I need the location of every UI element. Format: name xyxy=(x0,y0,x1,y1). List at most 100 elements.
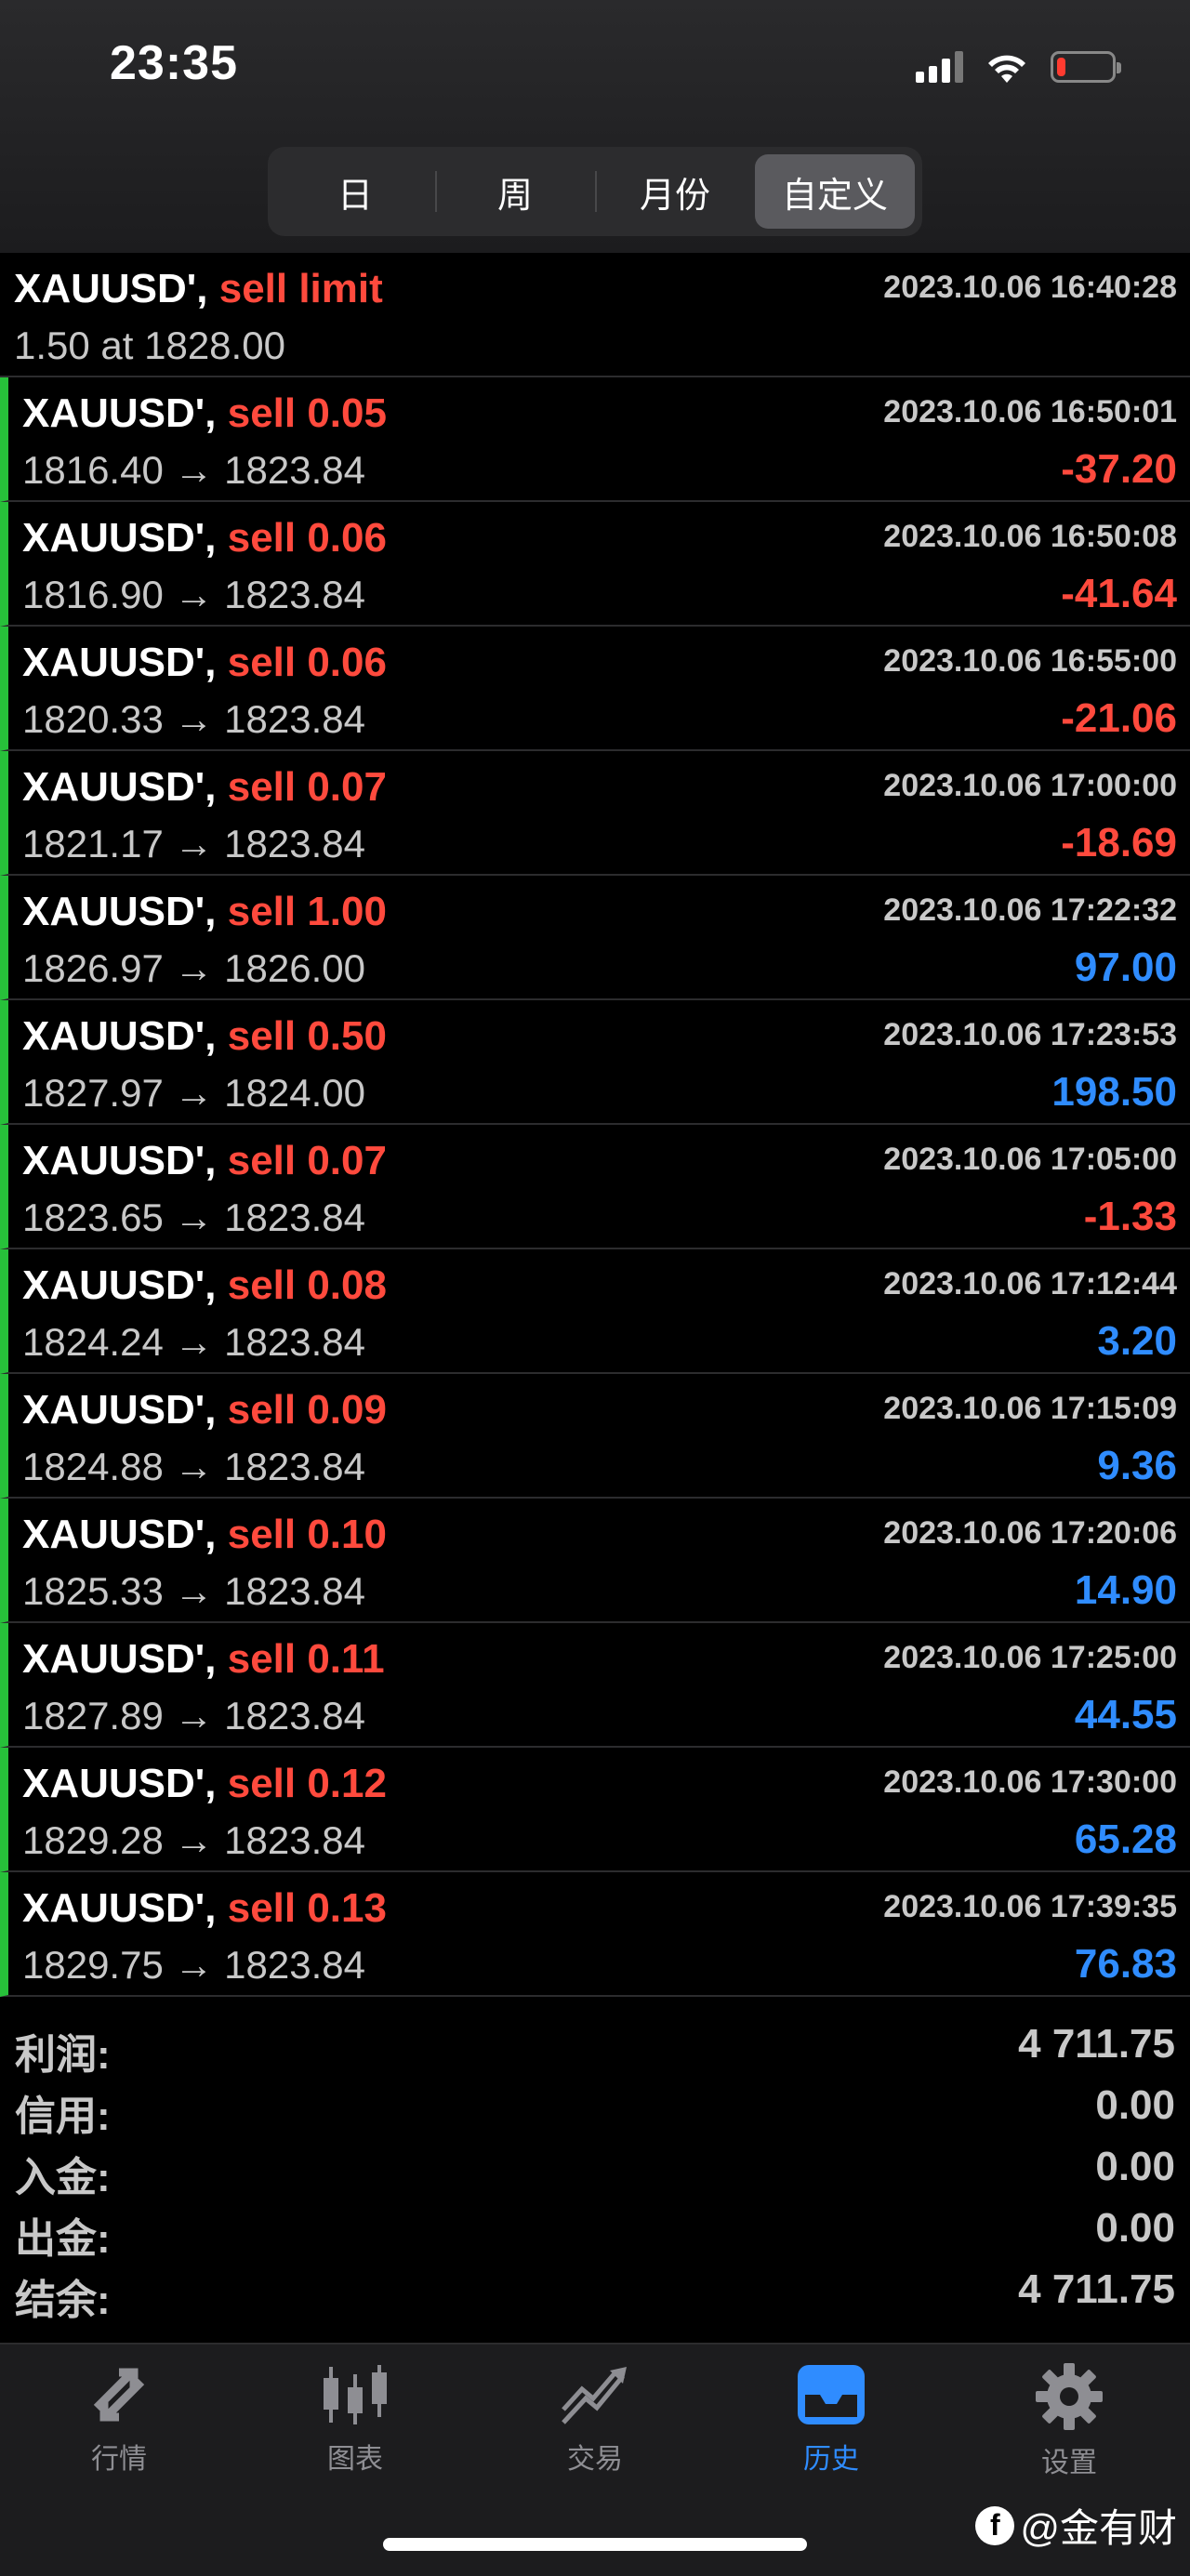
symbol-text: XAUUSD', xyxy=(22,1761,217,1806)
deal-time: 2023.10.06 16:50:08 xyxy=(883,519,1177,554)
summary-label: 信用: xyxy=(15,2094,111,2139)
account-summary: 利润: 4 711.75 信用: 0.00 入金: 0.00 出金: 0.00 … xyxy=(0,2014,1190,2323)
deal-time: 2023.10.06 17:15:09 xyxy=(883,1391,1177,1426)
deal-action: sell limit xyxy=(218,266,383,311)
symbol-text: XAUUSD', xyxy=(22,1138,217,1183)
symbol-text: XAUUSD', xyxy=(22,390,217,436)
deal-symbol: XAUUSD', sell 0.13 xyxy=(22,1885,387,1932)
watermark-logo-icon: f xyxy=(975,2505,1015,2545)
tab-chart[interactable]: 图表 xyxy=(271,2361,439,2477)
tab-label: 设置 xyxy=(1041,2448,1097,2478)
summary-withdrawal: 出金: 0.00 xyxy=(0,2198,1190,2262)
symbol-text: XAUUSD', xyxy=(22,1262,217,1308)
period-custom[interactable]: 自定义 xyxy=(755,154,915,229)
deal-prices: 1816.40 → 1823.84 xyxy=(22,448,365,492)
tab-label: 图表 xyxy=(327,2444,383,2475)
deal-row[interactable]: XAUUSD', sell 0.13 1829.75 → 1823.84 2023.… xyxy=(0,1872,1190,1997)
summary-label: 入金: xyxy=(15,2155,111,2200)
deal-prices: 1827.89 → 1823.84 xyxy=(22,1694,365,1737)
deal-symbol: XAUUSD', sell limit xyxy=(14,266,383,312)
symbol-text: XAUUSD', xyxy=(22,764,217,810)
deal-action: sell 0.13 xyxy=(227,1885,387,1931)
quotes-icon xyxy=(93,2368,145,2422)
deal-action: sell 0.07 xyxy=(227,1138,387,1183)
deal-action: sell 0.05 xyxy=(227,390,387,436)
deal-time: 2023.10.06 17:00:00 xyxy=(883,768,1177,803)
deal-symbol: XAUUSD', sell 0.07 xyxy=(22,1138,387,1184)
deal-time: 2023.10.06 17:39:35 xyxy=(883,1889,1177,1924)
deal-profit: -37.20 xyxy=(1061,446,1177,492)
tab-label: 交易 xyxy=(567,2444,623,2475)
deal-action: sell 0.08 xyxy=(227,1262,387,1308)
deal-row[interactable]: XAUUSD', sell 0.11 1827.89 → 1823.84 2023.… xyxy=(0,1623,1190,1748)
deal-profit: -21.06 xyxy=(1061,695,1177,741)
deal-row[interactable]: XAUUSD', sell 0.06 1816.90 → 1823.84 2023.… xyxy=(0,502,1190,627)
home-indicator[interactable] xyxy=(383,2538,807,2551)
deal-prices: 1821.17 → 1823.84 xyxy=(22,822,365,865)
deal-action: sell 0.06 xyxy=(227,515,387,561)
tab-quotes[interactable]: 行情 xyxy=(35,2361,203,2477)
deal-profit: 76.83 xyxy=(1074,1941,1177,1987)
deal-profit: 3.20 xyxy=(1097,1318,1177,1364)
deal-row[interactable]: XAUUSD', sell 0.07 1823.65 → 1823.84 2023.… xyxy=(0,1125,1190,1249)
top-header: 23:35 日 周 月份 自定义 xyxy=(0,0,1190,253)
tab-trade[interactable]: 交易 xyxy=(511,2361,679,2477)
deal-row[interactable]: XAUUSD', sell 0.10 1825.33 → 1823.84 2023.… xyxy=(0,1499,1190,1623)
watermark-text: @金有财 xyxy=(1020,2506,1177,2550)
symbol-text: XAUUSD', xyxy=(22,1013,217,1059)
deal-profit: 44.55 xyxy=(1074,1692,1177,1737)
status-time: 23:35 xyxy=(110,36,238,90)
wifi-icon xyxy=(988,55,1025,83)
deal-time: 2023.10.06 17:22:32 xyxy=(883,892,1177,928)
deal-time: 2023.10.06 16:40:28 xyxy=(883,270,1177,305)
symbol-text: XAUUSD', xyxy=(22,889,217,934)
summary-value: 4 711.75 xyxy=(1018,2021,1175,2067)
deal-profit: 65.28 xyxy=(1074,1816,1177,1862)
deal-action: sell 0.50 xyxy=(227,1013,387,1059)
deal-time: 2023.10.06 17:20:06 xyxy=(883,1515,1177,1551)
deal-symbol: XAUUSD', sell 0.08 xyxy=(22,1262,387,1309)
deal-symbol: XAUUSD', sell 0.11 xyxy=(22,1636,385,1683)
deal-prices: 1823.65 → 1823.84 xyxy=(22,1196,365,1239)
deal-time: 2023.10.06 17:23:53 xyxy=(883,1017,1177,1052)
deal-row[interactable]: XAUUSD', sell 0.08 1824.24 → 1823.84 2023.… xyxy=(0,1249,1190,1374)
deal-row[interactable]: XAUUSD', sell 1.00 1826.97 → 1826.00 2023.… xyxy=(0,876,1190,1000)
summary-balance: 结余: 4 711.75 xyxy=(0,2259,1190,2323)
deal-prices: 1825.33 → 1823.84 xyxy=(22,1569,365,1613)
status-icons xyxy=(916,43,1121,91)
deal-row[interactable]: XAUUSD', sell 0.05 1816.40 → 1823.84 2023.… xyxy=(0,377,1190,502)
tab-history[interactable]: 历史 xyxy=(747,2361,915,2477)
period-day[interactable]: 日 xyxy=(275,154,435,229)
summary-credit: 信用: 0.00 xyxy=(0,2075,1190,2139)
period-month[interactable]: 月份 xyxy=(595,154,755,229)
symbol-text: XAUUSD', xyxy=(14,266,208,311)
deal-symbol: XAUUSD', sell 0.06 xyxy=(22,640,387,686)
deal-row[interactable]: XAUUSD', sell 0.12 1829.28 → 1823.84 2023.… xyxy=(0,1748,1190,1872)
period-segmented-control: 日 周 月份 自定义 xyxy=(268,147,922,236)
symbol-text: XAUUSD', xyxy=(22,640,217,685)
watermark: f @金有财 xyxy=(975,2497,1177,2554)
order-row[interactable]: XAUUSD', sell limit 1.50 at 1828.00 2023.1… xyxy=(0,253,1190,377)
tab-label: 历史 xyxy=(803,2444,859,2475)
tab-label: 行情 xyxy=(91,2444,147,2475)
deal-time: 2023.10.06 16:55:00 xyxy=(883,643,1177,679)
summary-deposit: 入金: 0.00 xyxy=(0,2136,1190,2200)
deal-profit: 198.50 xyxy=(1051,1069,1177,1115)
deal-row[interactable]: XAUUSD', sell 0.50 1827.97 → 1824.00 2023.… xyxy=(0,1000,1190,1125)
deal-prices: 1829.28 → 1823.84 xyxy=(22,1818,365,1862)
symbol-text: XAUUSD', xyxy=(22,1885,217,1931)
deal-symbol: XAUUSD', sell 0.12 xyxy=(22,1761,387,1807)
tab-settings[interactable]: 设置 xyxy=(985,2361,1153,2480)
chart-icon xyxy=(324,2365,387,2424)
history-list: XAUUSD', sell limit 1.50 at 1828.00 2023.1… xyxy=(0,253,1190,1997)
symbol-text: XAUUSD', xyxy=(22,1636,217,1682)
deal-row[interactable]: XAUUSD', sell 0.07 1821.17 → 1823.84 2023.… xyxy=(0,751,1190,876)
deal-symbol: XAUUSD', sell 0.10 xyxy=(22,1512,387,1558)
period-week[interactable]: 周 xyxy=(435,154,595,229)
summary-profit: 利润: 4 711.75 xyxy=(0,2014,1190,2078)
deal-row[interactable]: XAUUSD', sell 0.09 1824.88 → 1823.84 2023.… xyxy=(0,1374,1190,1499)
deal-action: sell 0.11 xyxy=(227,1636,385,1682)
deal-prices: 1827.97 → 1824.00 xyxy=(22,1071,365,1115)
deal-row[interactable]: XAUUSD', sell 0.06 1820.33 → 1823.84 2023.… xyxy=(0,627,1190,751)
deal-symbol: XAUUSD', sell 1.00 xyxy=(22,889,387,935)
